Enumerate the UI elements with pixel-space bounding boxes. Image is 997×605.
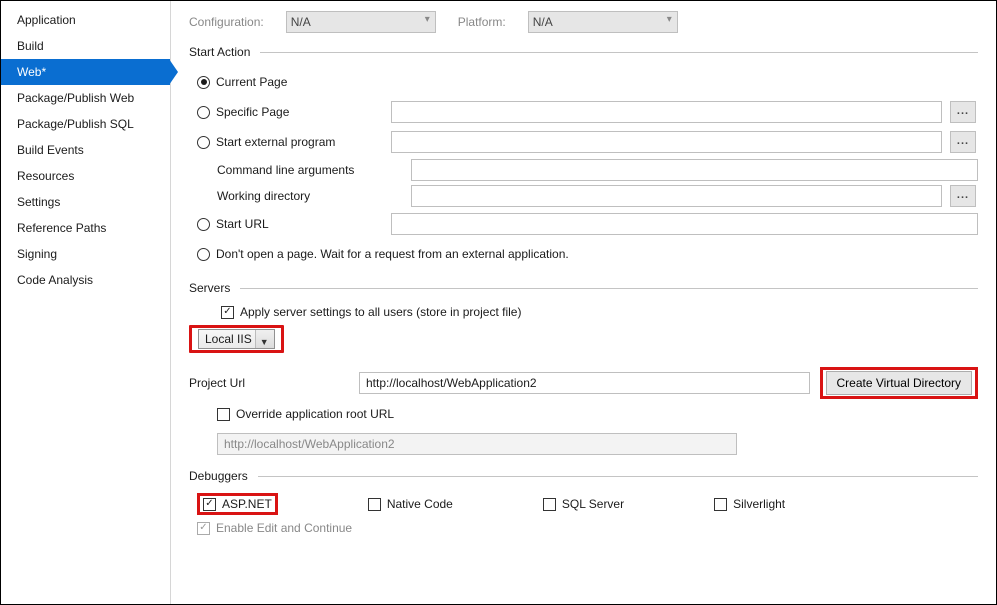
server-dropdown-value: Local IIS: [205, 332, 252, 346]
sidebar-item-package-publish-web[interactable]: Package/Publish Web: [1, 85, 170, 111]
configuration-label: Configuration:: [189, 15, 264, 29]
sidebar-item-signing[interactable]: Signing: [1, 241, 170, 267]
platform-label: Platform:: [458, 15, 506, 29]
sidebar-item-web[interactable]: Web*: [1, 59, 170, 85]
working-dir-input[interactable]: [411, 185, 942, 207]
sql-checkbox[interactable]: [543, 498, 556, 511]
project-url-input[interactable]: [359, 372, 810, 394]
divider: [240, 288, 978, 289]
apply-all-users-checkbox[interactable]: [221, 306, 234, 319]
working-dir-label: Working directory: [217, 189, 403, 203]
section-start-action-label: Start Action: [189, 45, 250, 59]
apply-all-users-label: Apply server settings to all users (stor…: [240, 305, 521, 319]
working-dir-browse-button[interactable]: ...: [950, 185, 976, 207]
sidebar: Application Build Web* Package/Publish W…: [1, 1, 171, 604]
sidebar-item-code-analysis[interactable]: Code Analysis: [1, 267, 170, 293]
main-panel: Configuration: Platform: Start Action Cu…: [171, 1, 996, 604]
override-root-label: Override application root URL: [236, 407, 394, 421]
platform-select: [528, 11, 678, 33]
enable-edit-checkbox: [197, 522, 210, 535]
specific-page-browse-button[interactable]: ...: [950, 101, 976, 123]
create-virtual-directory-button[interactable]: Create Virtual Directory: [826, 371, 973, 395]
sidebar-item-build-events[interactable]: Build Events: [1, 137, 170, 163]
radio-start-url-label: Start URL: [216, 217, 269, 231]
divider: [258, 476, 978, 477]
radio-start-external[interactable]: [197, 136, 210, 149]
aspnet-checkbox[interactable]: [203, 498, 216, 511]
radio-start-external-label: Start external program: [216, 135, 335, 149]
radio-current-page-label: Current Page: [216, 75, 287, 89]
sidebar-item-reference-paths[interactable]: Reference Paths: [1, 215, 170, 241]
specific-page-input[interactable]: [391, 101, 942, 123]
sidebar-item-settings[interactable]: Settings: [1, 189, 170, 215]
highlight-server-dropdown: Local IIS ▼: [189, 325, 284, 353]
override-root-input: [217, 433, 737, 455]
native-checkbox[interactable]: [368, 498, 381, 511]
radio-start-url[interactable]: [197, 218, 210, 231]
radio-dont-open[interactable]: [197, 248, 210, 261]
silverlight-label: Silverlight: [733, 497, 785, 511]
radio-current-page[interactable]: [197, 76, 210, 89]
project-url-label: Project Url: [189, 376, 349, 390]
sidebar-item-resources[interactable]: Resources: [1, 163, 170, 189]
radio-specific-page-label: Specific Page: [216, 105, 289, 119]
chevron-down-icon: ▼: [260, 337, 269, 347]
cmd-args-label: Command line arguments: [217, 163, 403, 177]
native-label: Native Code: [387, 497, 453, 511]
sidebar-item-package-publish-sql[interactable]: Package/Publish SQL: [1, 111, 170, 137]
project-properties-window: Application Build Web* Package/Publish W…: [0, 0, 997, 605]
cmd-args-input[interactable]: [411, 159, 978, 181]
section-debuggers: Debuggers: [189, 469, 978, 483]
configuration-select: [286, 11, 436, 33]
silverlight-checkbox[interactable]: [714, 498, 727, 511]
radio-specific-page[interactable]: [197, 106, 210, 119]
sql-label: SQL Server: [562, 497, 624, 511]
divider: [260, 52, 978, 53]
override-root-checkbox[interactable]: [217, 408, 230, 421]
sidebar-item-application[interactable]: Application: [1, 7, 170, 33]
external-program-input[interactable]: [391, 131, 942, 153]
server-dropdown[interactable]: Local IIS ▼: [198, 329, 275, 349]
highlight-aspnet: ASP.NET: [197, 493, 278, 515]
section-start-action: Start Action: [189, 45, 978, 59]
start-url-input[interactable]: [391, 213, 978, 235]
sidebar-item-build[interactable]: Build: [1, 33, 170, 59]
aspnet-label: ASP.NET: [222, 497, 272, 511]
section-servers-label: Servers: [189, 281, 230, 295]
section-debuggers-label: Debuggers: [189, 469, 248, 483]
enable-edit-label: Enable Edit and Continue: [216, 521, 352, 535]
section-servers: Servers: [189, 281, 978, 295]
highlight-create-vdir: Create Virtual Directory: [820, 367, 979, 399]
external-program-browse-button[interactable]: ...: [950, 131, 976, 153]
radio-dont-open-label: Don't open a page. Wait for a request fr…: [216, 247, 569, 261]
config-row: Configuration: Platform:: [189, 11, 978, 33]
